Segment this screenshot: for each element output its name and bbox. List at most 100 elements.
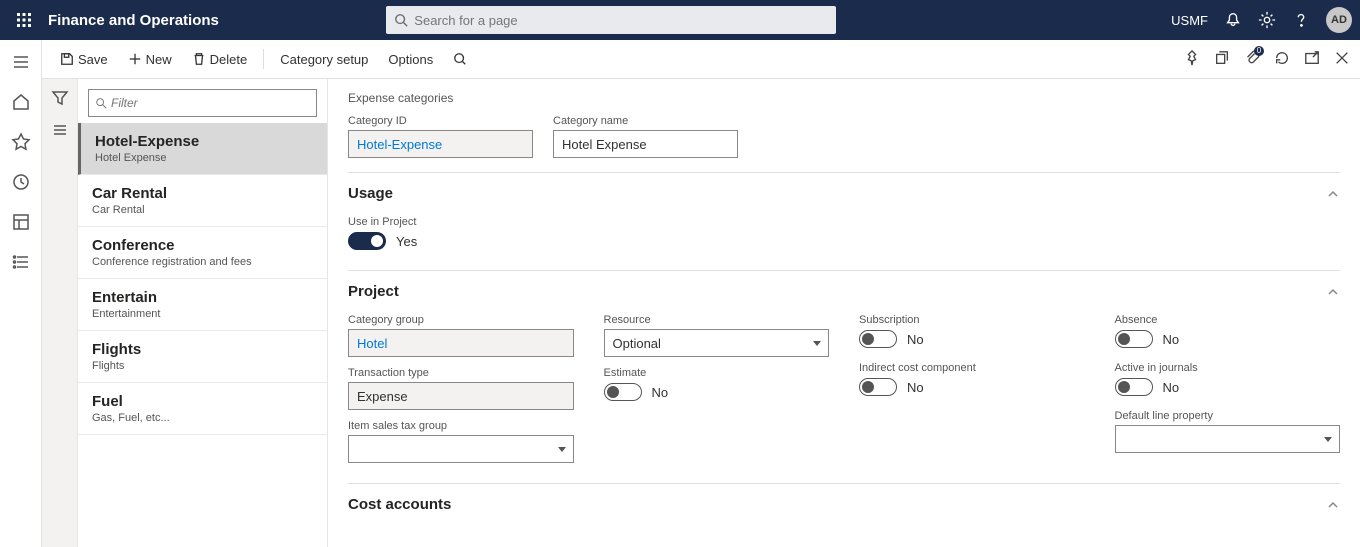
- list-item-subtitle: Gas, Fuel, etc...: [92, 412, 313, 424]
- active-toggle[interactable]: [1115, 378, 1153, 396]
- estimate-state: No: [652, 385, 669, 400]
- list-item-subtitle: Flights: [92, 360, 313, 372]
- section-usage: Usage Use in Project Yes: [348, 172, 1340, 266]
- company-indicator[interactable]: USMF: [1171, 13, 1208, 28]
- attachments-badge: 0: [1254, 46, 1264, 56]
- close-icon[interactable]: [1334, 50, 1350, 69]
- delete-label: Delete: [210, 52, 248, 67]
- subscription-state: No: [907, 332, 924, 347]
- filter-funnel-icon[interactable]: [51, 89, 69, 107]
- action-toolbar: Save New Delete Category setup Options: [42, 40, 1360, 79]
- plus-icon: [128, 52, 142, 66]
- subscription-toggle[interactable]: [859, 330, 897, 348]
- indirect-toggle[interactable]: [859, 378, 897, 396]
- page-title: Expense categories: [348, 91, 1340, 105]
- delete-button[interactable]: Delete: [184, 48, 256, 71]
- section-usage-header[interactable]: Usage: [348, 173, 1340, 214]
- item-sales-tax-label: Item sales tax group: [348, 420, 574, 432]
- save-button[interactable]: Save: [52, 48, 116, 71]
- section-cost-accounts: Cost accounts: [348, 483, 1340, 525]
- new-label: New: [146, 52, 172, 67]
- category-setup-label: Category setup: [280, 52, 368, 67]
- category-group-input[interactable]: Hotel: [348, 329, 574, 357]
- list-filter[interactable]: [88, 89, 317, 117]
- list-item-title: Conference: [92, 237, 313, 254]
- menu-hamburger-icon[interactable]: [11, 52, 31, 72]
- list-item-title: Entertain: [92, 289, 313, 306]
- list-item-subtitle: Car Rental: [92, 204, 313, 216]
- chevron-up-icon: [1326, 498, 1340, 512]
- indirect-state: No: [907, 380, 924, 395]
- refresh-icon[interactable]: [1274, 50, 1290, 69]
- open-in-new-icon[interactable]: [1214, 50, 1230, 69]
- active-state: No: [1163, 380, 1180, 395]
- page-search-button[interactable]: [445, 48, 475, 70]
- list-item[interactable]: EntertainEntertainment: [78, 279, 327, 331]
- modules-list-icon[interactable]: [11, 252, 31, 272]
- list-item-subtitle: Conference registration and fees: [92, 256, 313, 268]
- global-search-input[interactable]: [414, 13, 828, 28]
- search-icon: [95, 97, 107, 109]
- attachments-icon[interactable]: 0: [1244, 50, 1260, 69]
- list-item[interactable]: Fuel Gas, Fuel, etc...: [78, 383, 327, 435]
- estimate-label: Estimate: [604, 367, 830, 379]
- estimate-toggle[interactable]: [604, 383, 642, 401]
- list-item[interactable]: FlightsFlights: [78, 331, 327, 383]
- app-launcher-icon[interactable]: [8, 4, 40, 36]
- default-line-label: Default line property: [1115, 410, 1341, 422]
- transaction-type-input[interactable]: Expense: [348, 382, 574, 410]
- category-id-value[interactable]: Hotel-Expense: [348, 130, 533, 158]
- list-item[interactable]: Hotel-ExpenseHotel Expense: [78, 123, 327, 175]
- record-list: Hotel-ExpenseHotel ExpenseCar RentalCar …: [78, 123, 327, 547]
- left-rail: [0, 40, 42, 547]
- use-in-project-toggle[interactable]: [348, 232, 386, 250]
- use-in-project-label: Use in Project: [348, 216, 1340, 228]
- new-button[interactable]: New: [120, 48, 180, 71]
- global-search[interactable]: [386, 6, 836, 34]
- section-project-header[interactable]: Project: [348, 271, 1340, 312]
- list-item[interactable]: Conference Conference registration and fe…: [78, 227, 327, 279]
- pinned-icon[interactable]: [1184, 50, 1200, 69]
- app-title: Finance and Operations: [48, 12, 219, 29]
- category-name-label: Category name: [553, 115, 738, 127]
- section-project: Project Category group Hotel: [348, 270, 1340, 479]
- help-icon[interactable]: [1292, 11, 1310, 29]
- category-setup-button[interactable]: Category setup: [272, 48, 376, 71]
- record-list-pane: Hotel-ExpenseHotel ExpenseCar RentalCar …: [78, 79, 328, 547]
- indirect-label: Indirect cost component: [859, 362, 1085, 374]
- workspaces-icon[interactable]: [11, 212, 31, 232]
- use-in-project-state: Yes: [396, 234, 417, 249]
- top-navbar: Finance and Operations USMF AD: [0, 0, 1360, 40]
- save-label: Save: [78, 52, 108, 67]
- list-item-subtitle: Hotel Expense: [95, 152, 313, 164]
- absence-state: No: [1163, 332, 1180, 347]
- chevron-up-icon: [1326, 187, 1340, 201]
- user-avatar[interactable]: AD: [1326, 7, 1352, 33]
- recent-clock-icon[interactable]: [11, 172, 31, 192]
- resource-select[interactable]: Optional: [604, 329, 830, 357]
- view-mode-strip: [42, 79, 78, 547]
- default-line-select[interactable]: [1115, 425, 1341, 453]
- list-item-title: Fuel: [92, 393, 313, 410]
- notifications-icon[interactable]: [1224, 11, 1242, 29]
- item-sales-tax-select[interactable]: [348, 435, 574, 463]
- section-cost-accounts-title: Cost accounts: [348, 496, 451, 513]
- list-item[interactable]: Car RentalCar Rental: [78, 175, 327, 227]
- category-group-label: Category group: [348, 314, 574, 326]
- category-name-input[interactable]: Hotel Expense: [553, 130, 738, 158]
- trash-icon: [192, 52, 206, 66]
- favorites-star-icon[interactable]: [11, 132, 31, 152]
- transaction-type-label: Transaction type: [348, 367, 574, 379]
- popout-icon[interactable]: [1304, 50, 1320, 69]
- section-cost-accounts-header[interactable]: Cost accounts: [348, 484, 1340, 525]
- settings-gear-icon[interactable]: [1258, 11, 1276, 29]
- list-view-icon[interactable]: [51, 121, 69, 139]
- list-filter-input[interactable]: [111, 96, 310, 110]
- toolbar-separator: [263, 49, 264, 69]
- home-icon[interactable]: [11, 92, 31, 112]
- absence-toggle[interactable]: [1115, 330, 1153, 348]
- details-form: Expense categories Category ID Hotel-Exp…: [328, 79, 1360, 547]
- section-project-title: Project: [348, 283, 399, 300]
- options-button[interactable]: Options: [380, 48, 441, 71]
- save-icon: [60, 52, 74, 66]
